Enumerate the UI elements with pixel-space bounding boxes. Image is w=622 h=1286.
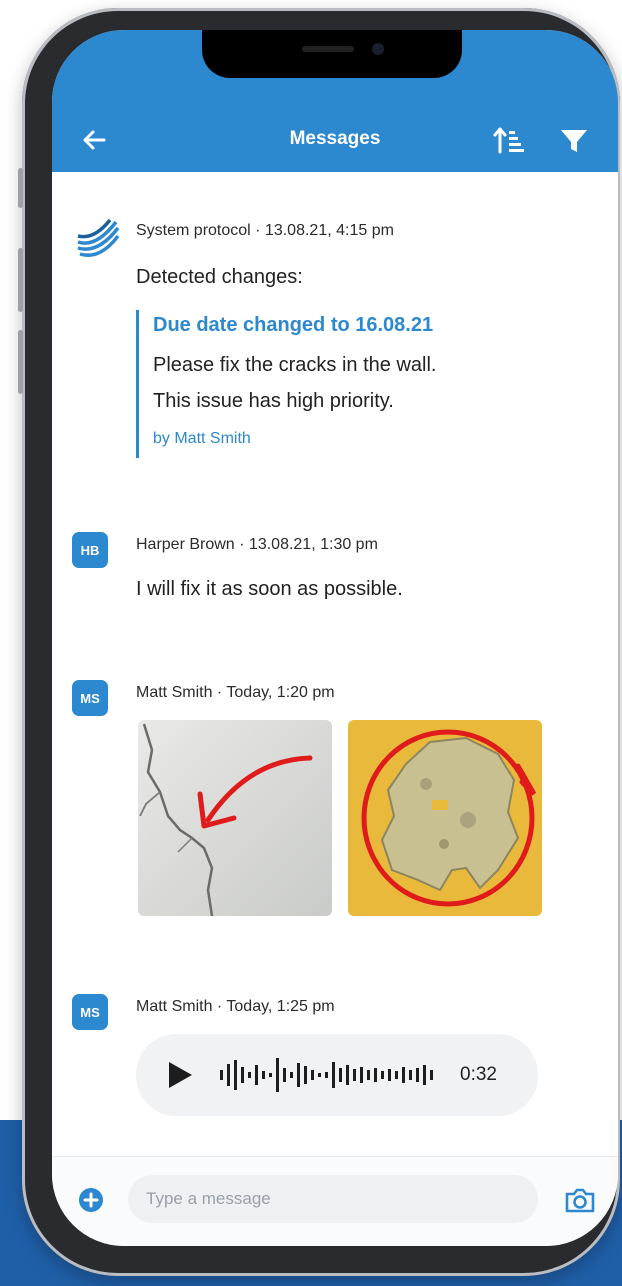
message-meta: System protocol · 13.08.21, 4:15 pm — [136, 222, 394, 239]
change-quote: Due date changed to 16.08.21 Please fix … — [136, 310, 553, 458]
quote-line: Please fix the cracks in the wall. — [153, 354, 437, 376]
plus-circle-icon[interactable] — [78, 1187, 104, 1213]
quote-author[interactable]: by Matt Smith — [153, 430, 251, 448]
message-meta: Harper Brown · 13.08.21, 1:30 pm — [136, 536, 378, 553]
front-camera — [372, 43, 384, 55]
system-logo-icon — [74, 214, 120, 260]
message-text: Detected changes: — [136, 266, 303, 288]
play-icon[interactable] — [166, 1060, 194, 1090]
waveform-icon[interactable] — [220, 1056, 446, 1094]
message-composer — [52, 1156, 618, 1246]
voice-message: 0:32 — [136, 1034, 538, 1116]
earpiece — [302, 46, 354, 52]
voice-duration: 0:32 — [460, 1064, 497, 1085]
crack-photo-1[interactable] — [138, 720, 332, 916]
quote-title: Due date changed to 16.08.21 — [153, 314, 434, 336]
notch — [202, 30, 462, 78]
volume-down-button — [18, 330, 23, 394]
crack-photo-2[interactable] — [348, 720, 542, 916]
quote-line: This issue has high priority. — [153, 390, 394, 412]
avatar[interactable]: MS — [72, 680, 108, 716]
page-title: Messages — [289, 128, 381, 149]
sort-icon[interactable] — [492, 124, 526, 156]
message-meta: Matt Smith · Today, 1:20 pm — [136, 684, 335, 701]
message-meta: Matt Smith · Today, 1:25 pm — [136, 998, 335, 1015]
avatar[interactable]: HB — [72, 532, 108, 568]
camera-icon[interactable] — [564, 1185, 596, 1215]
message-text: I will fix it as soon as possible. — [136, 578, 403, 600]
mute-switch — [18, 168, 23, 208]
phone-screen: Messages System protocol · 13.08.21, 4:1… — [52, 30, 618, 1246]
volume-up-button — [18, 248, 23, 312]
message-input[interactable] — [128, 1175, 538, 1223]
avatar[interactable]: MS — [72, 994, 108, 1030]
filter-icon[interactable] — [560, 128, 588, 154]
